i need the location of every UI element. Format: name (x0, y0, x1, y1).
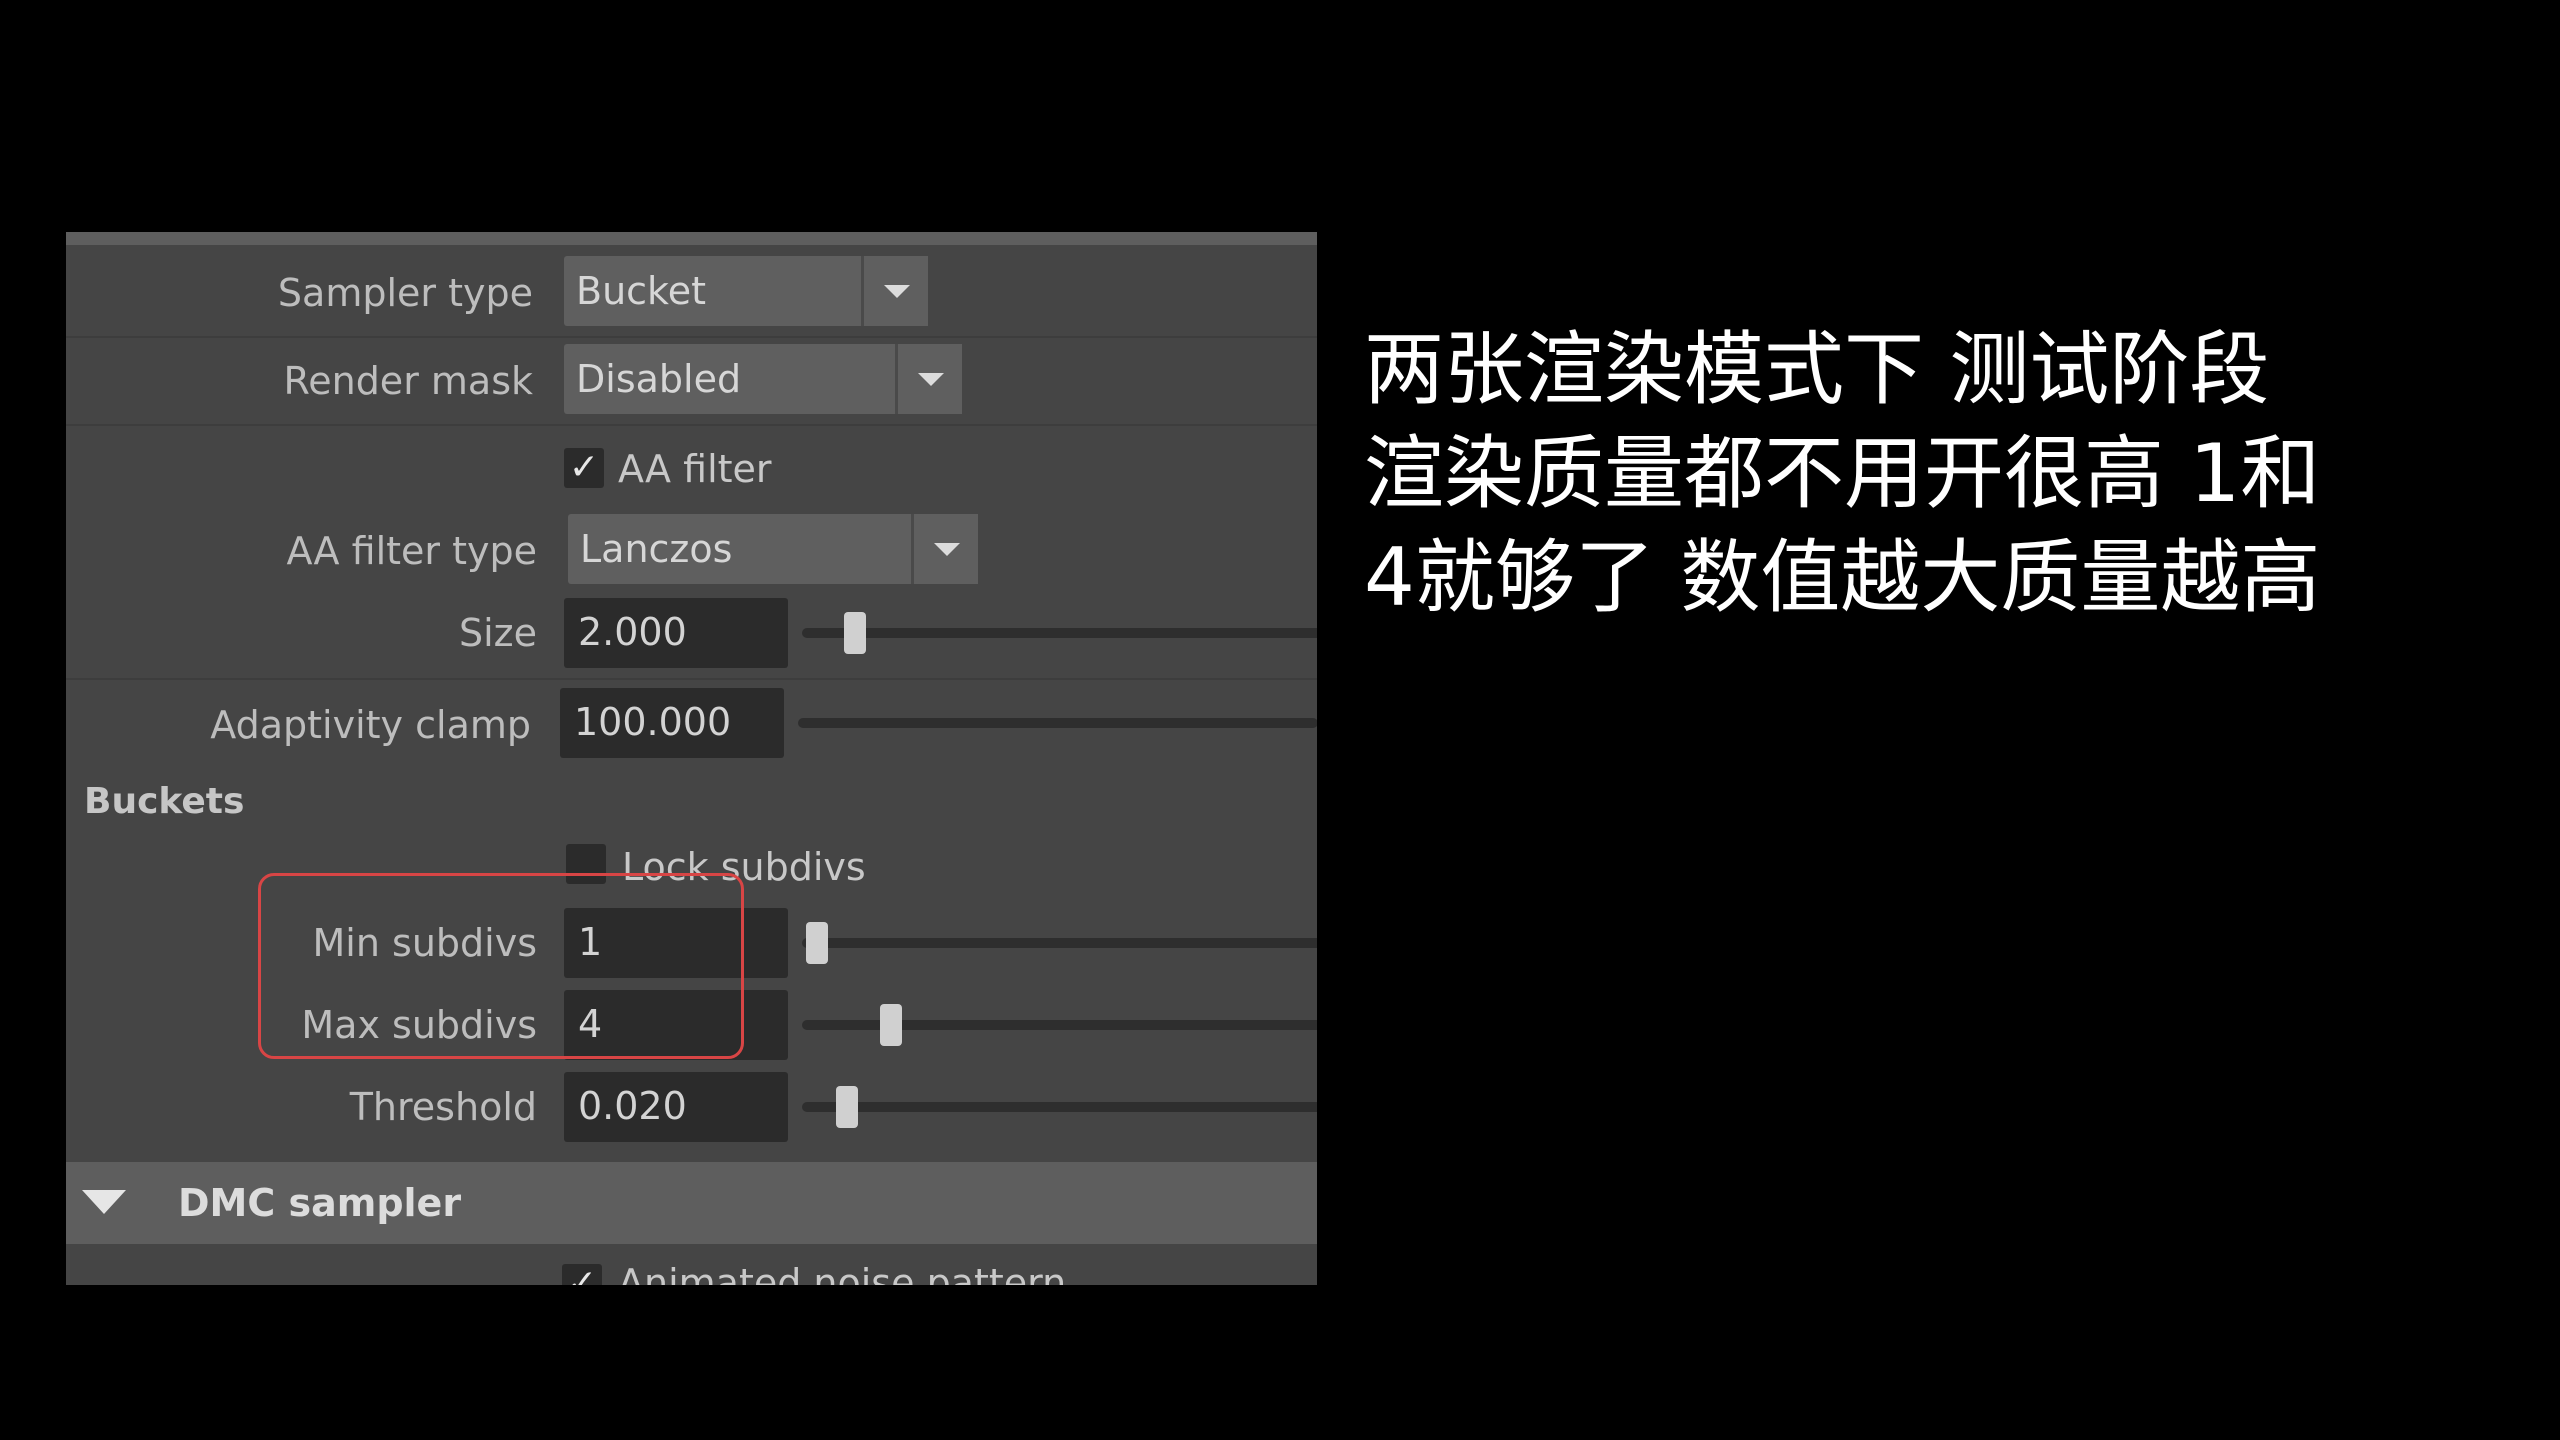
sampler-type-dropdown[interactable]: Bucket (564, 256, 928, 326)
adaptivity-clamp-value: 100.000 (574, 700, 732, 744)
size-field[interactable]: 2.000 (564, 598, 788, 668)
row-divider (66, 336, 1317, 338)
dmc-sampler-section-header[interactable]: DMC sampler (66, 1162, 1317, 1244)
caption-text: 两张渲染模式下 测试阶段 渲染质量都不用开很高 1和 4就够了 数值越大质量越高 (1364, 318, 2524, 630)
adaptivity-clamp-label: Adaptivity clamp (210, 703, 531, 747)
row-divider (66, 424, 1317, 426)
adaptivity-clamp-slider-track[interactable] (798, 718, 1317, 728)
threshold-label: Threshold (349, 1085, 537, 1129)
caption-line-3: 4就够了 数值越大质量越高 (1364, 531, 2321, 624)
dmc-sampler-label: DMC sampler (178, 1181, 462, 1225)
max-subdivs-slider-handle[interactable] (880, 1004, 902, 1046)
size-slider-handle[interactable] (844, 612, 866, 654)
vray-settings-panel: Sampler type Bucket Render mask Disabled… (66, 232, 1317, 1285)
animated-noise-pattern-checkbox[interactable]: ✓ (562, 1264, 602, 1285)
size-value: 2.000 (578, 610, 687, 654)
caption-line-1: 两张渲染模式下 测试阶段 (1364, 323, 2270, 416)
panel-top-bar (66, 232, 1317, 245)
chevron-down-icon[interactable] (911, 514, 978, 584)
size-slider-track[interactable] (802, 628, 1317, 638)
aa-filter-checkbox[interactable]: ✓ (564, 448, 604, 488)
render-mask-dropdown[interactable]: Disabled (564, 344, 962, 414)
animated-noise-pattern-label: Animated noise pattern (618, 1261, 1067, 1285)
min-subdivs-slider-track[interactable] (802, 938, 1317, 948)
threshold-slider-track[interactable] (802, 1102, 1317, 1112)
aa-filter-type-value: Lanczos (580, 527, 733, 571)
size-label: Size (458, 611, 537, 655)
chevron-down-icon[interactable] (861, 256, 928, 326)
aa-filter-type-label: AA filter type (286, 529, 538, 573)
render-mask-value: Disabled (576, 357, 742, 401)
caption-line-2: 渲染质量都不用开很高 1和 (1364, 427, 2321, 520)
threshold-slider-handle[interactable] (836, 1086, 858, 1128)
row-divider (66, 678, 1317, 680)
aa-filter-label: AA filter (618, 447, 772, 491)
sampler-type-value: Bucket (576, 269, 706, 313)
highlight-box (258, 873, 744, 1059)
render-mask-label: Render mask (283, 359, 533, 403)
threshold-value: 0.020 (578, 1084, 687, 1128)
sampler-type-label: Sampler type (277, 271, 533, 315)
buckets-section-heading: Buckets (84, 781, 245, 822)
chevron-down-icon[interactable] (895, 344, 962, 414)
min-subdivs-slider-handle[interactable] (806, 922, 828, 964)
threshold-field[interactable]: 0.020 (564, 1072, 788, 1142)
triangle-down-icon[interactable] (82, 1190, 126, 1214)
aa-filter-type-dropdown[interactable]: Lanczos (568, 514, 978, 584)
adaptivity-clamp-field[interactable]: 100.000 (560, 688, 784, 758)
